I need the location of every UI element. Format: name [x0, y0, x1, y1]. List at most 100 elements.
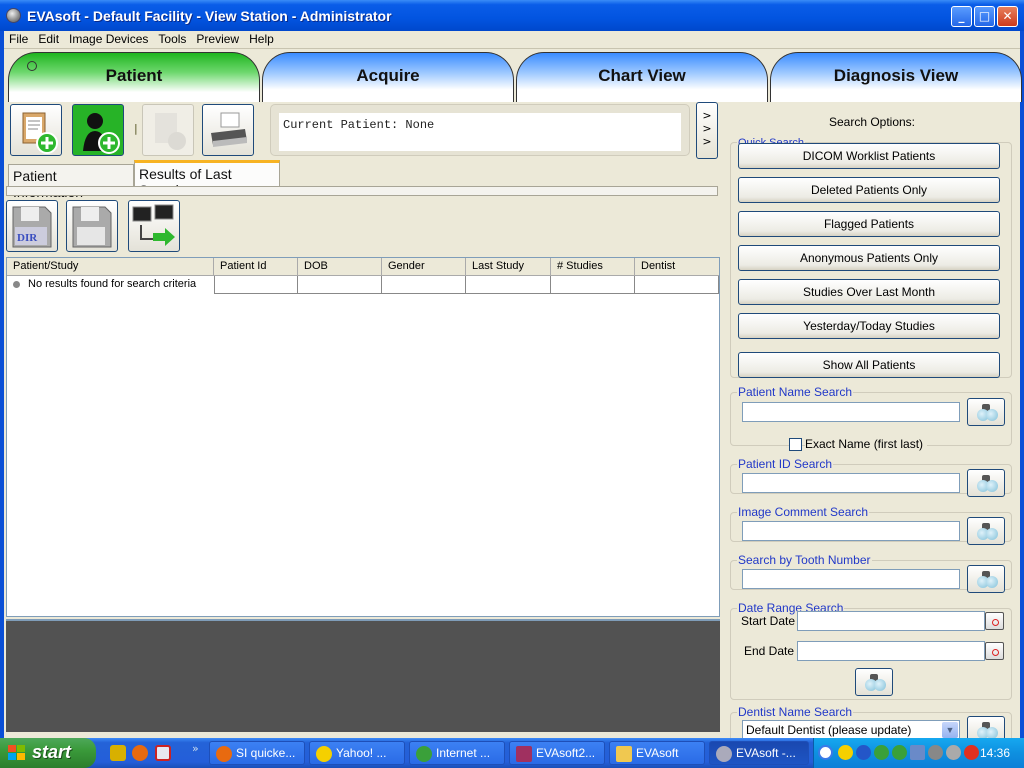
- taskbar: start » SI quicke... Yahoo! ... Internet…: [0, 738, 1024, 768]
- new-record-button[interactable]: [10, 104, 62, 156]
- menu-file[interactable]: File: [4, 31, 33, 47]
- save-button[interactable]: [66, 200, 118, 252]
- task-evasoft2[interactable]: EVAsoft2...: [509, 741, 605, 765]
- task-yahoo[interactable]: Yahoo! ...: [309, 741, 405, 765]
- yahoo-tray-icon[interactable]: [838, 745, 853, 760]
- firefox-icon[interactable]: [132, 745, 148, 761]
- menu-edit[interactable]: Edit: [33, 31, 64, 47]
- floppy-icon: [72, 206, 112, 248]
- flagged-patients-button[interactable]: Flagged Patients: [738, 211, 1000, 237]
- task-internet[interactable]: Internet ...: [409, 741, 505, 765]
- tab-results-of-last-search[interactable]: Results of Last Search: [134, 160, 280, 198]
- person-add-icon: [83, 113, 120, 154]
- menu-help[interactable]: Help: [244, 31, 279, 47]
- clock: 14:36: [979, 746, 1010, 760]
- tab-patient-label: Patient: [105, 66, 163, 85]
- menu-tools[interactable]: Tools: [153, 31, 191, 47]
- task-si-quicke[interactable]: SI quicke...: [209, 741, 305, 765]
- cell-last-study: [466, 276, 551, 294]
- add-patient-button[interactable]: [72, 104, 124, 156]
- column-patient-id[interactable]: Patient Id: [214, 258, 298, 275]
- quicklaunch-overflow[interactable]: »: [192, 742, 199, 755]
- expand-panel-button[interactable]: > > >: [696, 102, 718, 159]
- progress-bar: [6, 186, 718, 196]
- patient-id-search-button[interactable]: [967, 469, 1005, 497]
- volume-tray-icon[interactable]: [946, 745, 961, 760]
- image-comment-search-button[interactable]: [967, 517, 1005, 545]
- task-evasoft-window[interactable]: EVAsoft -...: [709, 741, 809, 765]
- tab-patient[interactable]: Patient: [8, 52, 260, 102]
- dentist-name-search-label: Dentist Name Search: [737, 705, 854, 719]
- dentist-select[interactable]: Default Dentist (please update) ▼: [742, 720, 960, 740]
- patient-name-input[interactable]: [742, 402, 960, 422]
- toolbar-separator: |: [134, 122, 138, 135]
- start-button[interactable]: start: [0, 738, 96, 768]
- anonymous-patients-button[interactable]: Anonymous Patients Only: [738, 245, 1000, 271]
- deleted-patients-button[interactable]: Deleted Patients Only: [738, 177, 1000, 203]
- maximize-button[interactable]: □: [974, 6, 995, 27]
- tab-chart-view-label: Chart View: [598, 66, 686, 85]
- antivirus-tray-icon[interactable]: [964, 745, 979, 760]
- column-dentist[interactable]: Dentist: [635, 258, 719, 275]
- date-range-search-button[interactable]: [855, 668, 893, 696]
- title-bar[interactable]: EVAsoft - Default Facility - View Statio…: [0, 0, 1024, 31]
- app-window: EVAsoft - Default Facility - View Statio…: [0, 0, 1024, 752]
- download-tray-icon[interactable]: [874, 745, 889, 760]
- transfer-button[interactable]: [128, 200, 180, 252]
- close-button[interactable]: ✕: [997, 6, 1018, 27]
- tab-patient-information[interactable]: Patient Information: [8, 164, 134, 200]
- current-patient-panel: Current Patient: None: [270, 104, 690, 156]
- tab-chart-view[interactable]: Chart View: [516, 52, 768, 102]
- yesterday-today-button[interactable]: Yesterday/Today Studies: [738, 313, 1000, 339]
- tab-acquire[interactable]: Acquire: [262, 52, 514, 102]
- monitor-tray-icon[interactable]: [910, 745, 925, 760]
- network-tray-icon[interactable]: [856, 745, 871, 760]
- no-results-text: No results found for search criteria: [28, 278, 197, 290]
- tooth-number-search-button[interactable]: [967, 565, 1005, 593]
- column-gender[interactable]: Gender: [382, 258, 466, 275]
- exact-name-label: Exact Name (first last): [805, 437, 928, 451]
- search-results-table: Patient/Study Patient Id DOB Gender Last…: [6, 257, 720, 617]
- tab-diagnosis-view[interactable]: Diagnosis View: [770, 52, 1022, 102]
- task-label: Internet ...: [436, 746, 491, 760]
- save-dir-button[interactable]: DIR: [6, 200, 58, 252]
- tray-collapse-icon[interactable]: [818, 745, 833, 760]
- download2-tray-icon[interactable]: [892, 745, 907, 760]
- print-button[interactable]: [202, 104, 254, 156]
- column-num-studies[interactable]: # Studies: [551, 258, 635, 275]
- svg-text:DIR: DIR: [17, 232, 38, 244]
- minimize-button[interactable]: _: [951, 6, 972, 27]
- dicom-worklist-button[interactable]: DICOM Worklist Patients: [738, 143, 1000, 169]
- row-message-cell: No results found for search criteria: [7, 276, 214, 294]
- show-all-patients-button[interactable]: Show All Patients: [738, 352, 1000, 378]
- evasoft-app-icon: [6, 8, 21, 23]
- start-date-calendar-icon[interactable]: [985, 612, 1004, 630]
- floppy-launch-icon[interactable]: [155, 745, 171, 761]
- start-date-input[interactable]: [797, 611, 985, 631]
- dentist-selected-value: Default Dentist (please update): [746, 723, 912, 737]
- patient-id-input[interactable]: [742, 473, 960, 493]
- winrar-icon: [516, 746, 532, 762]
- task-evasoft-folder[interactable]: EVAsoft: [609, 741, 705, 765]
- column-last-study[interactable]: Last Study: [466, 258, 551, 275]
- table-header: Patient/Study Patient Id DOB Gender Last…: [7, 258, 719, 276]
- menu-preview[interactable]: Preview: [191, 31, 244, 47]
- quicklaunch-app-icon[interactable]: [110, 745, 126, 761]
- tooth-number-input[interactable]: [742, 569, 960, 589]
- delete-patient-button[interactable]: [142, 104, 194, 156]
- table-row[interactable]: No results found for search criteria: [7, 276, 719, 294]
- exact-name-checkbox[interactable]: [789, 438, 802, 451]
- end-date-calendar-icon[interactable]: [985, 642, 1004, 660]
- image-comment-input[interactable]: [742, 521, 960, 541]
- window-title: EVAsoft - Default Facility - View Statio…: [27, 8, 392, 24]
- camera-tray-icon[interactable]: [928, 745, 943, 760]
- end-date-label: End Date: [744, 644, 795, 658]
- column-dob[interactable]: DOB: [298, 258, 382, 275]
- printer-icon: [211, 112, 247, 147]
- clipboard-add-icon: [22, 112, 58, 154]
- studies-last-month-button[interactable]: Studies Over Last Month: [738, 279, 1000, 305]
- column-patient-study[interactable]: Patient/Study: [7, 258, 214, 275]
- menu-image-devices[interactable]: Image Devices: [64, 31, 153, 47]
- end-date-input[interactable]: [797, 641, 985, 661]
- patient-name-search-button[interactable]: [967, 398, 1005, 426]
